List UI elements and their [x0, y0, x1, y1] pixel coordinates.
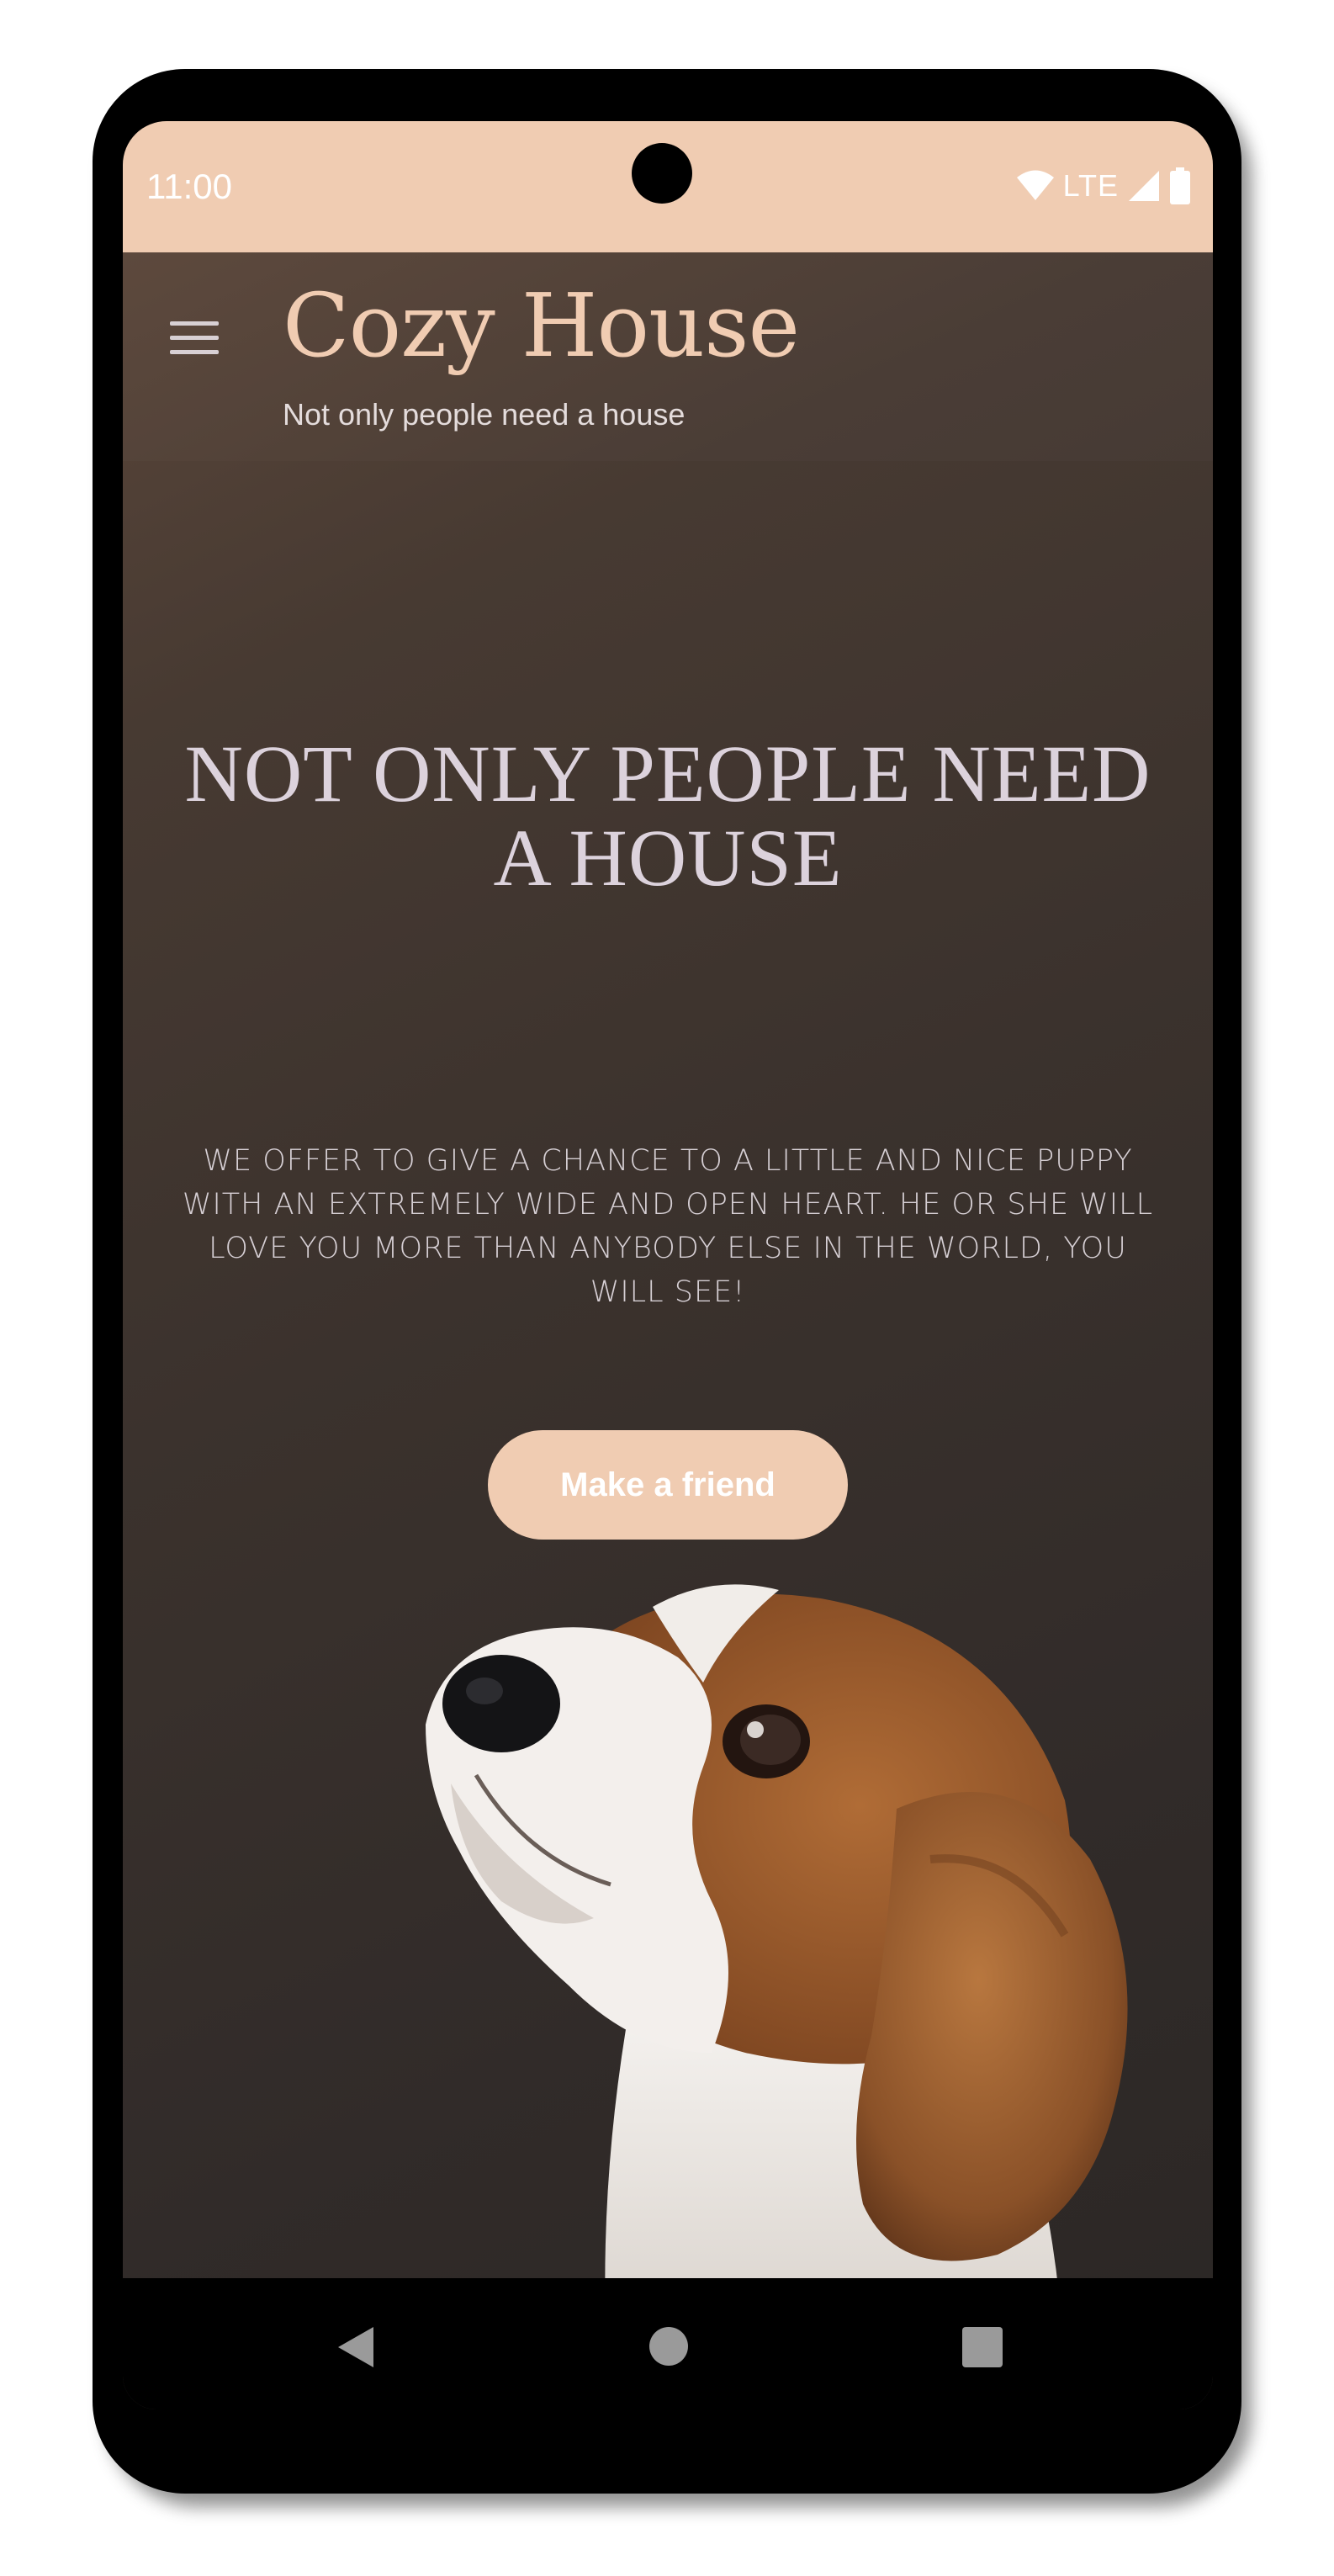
status-icons: LTE: [1016, 165, 1191, 207]
app-title: Cozy House: [283, 274, 800, 377]
back-icon[interactable]: [335, 2325, 375, 2369]
hamburger-menu-icon[interactable]: [168, 316, 220, 360]
home-icon[interactable]: [649, 2327, 688, 2366]
front-camera: [632, 143, 692, 204]
status-time: 11:00: [146, 167, 232, 206]
status-bar: 11:00 LTE: [123, 121, 1213, 252]
main-content: Cozy House Not only people need a house …: [123, 252, 1213, 2409]
wifi-icon: [1016, 170, 1054, 200]
battery-icon: [1170, 167, 1190, 204]
hero-title: NOT ONLY PEOPLE NEED A HOUSE: [184, 729, 1151, 903]
phone-screen: 11:00 LTE Cozy House Not only people nee…: [123, 121, 1213, 2409]
app-header: Cozy House Not only people need a house: [123, 252, 1213, 461]
hero-text: WE OFFER TO GIVE A CHANCE TO A LITTLE AN…: [182, 1144, 1154, 1309]
network-type-label: LTE: [1062, 168, 1119, 203]
navigation-bar: [123, 2278, 1213, 2409]
cellular-signal-icon: [1129, 171, 1159, 201]
app-subtitle: Not only people need a house: [283, 397, 686, 432]
recents-icon[interactable]: [962, 2327, 1003, 2367]
make-a-friend-button[interactable]: Make a friend: [488, 1430, 848, 1540]
